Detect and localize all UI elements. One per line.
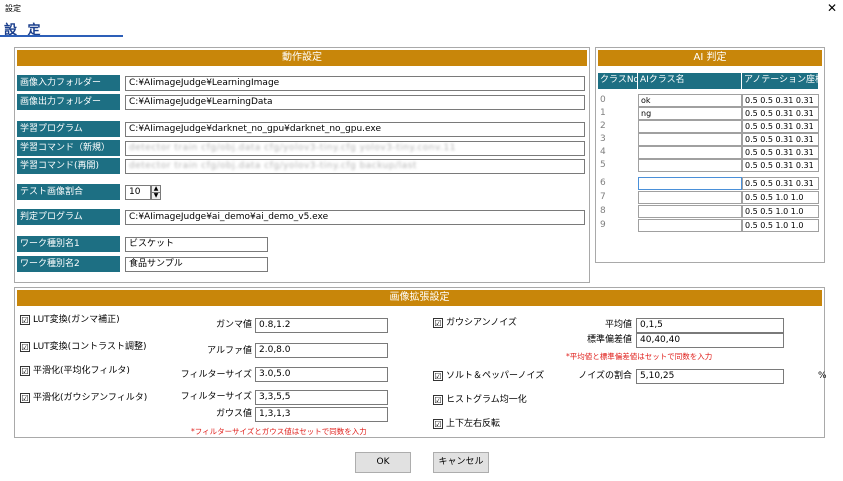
col-header-class-name: AIクラス名 [638,73,742,89]
class-no: 7 [600,192,606,202]
work-type1-label: ワーク種別名1 [17,236,120,252]
salt-pepper-label: ソルト＆ペッパーノイズ [446,371,545,381]
train-command-new-value: detector train cfg/obj.data cfg/yolov3-t… [129,143,456,153]
train-program-field[interactable]: C:¥AIimageJudge¥darknet_no_gpu¥darknet_n… [125,122,585,137]
col-header-class-no: クラスNo [598,73,639,89]
input-folder-field[interactable]: C:¥AIimageJudge¥LearningImage [125,76,585,91]
augmentation-panel [14,287,825,438]
class-name-cell[interactable] [638,219,742,232]
class-no: 4 [600,147,606,157]
operation-settings-header: 動作設定 [17,50,587,66]
flip-checkbox[interactable]: ☑ [433,419,443,429]
gauss-filter-size-label: フィルターサイズ [180,392,252,402]
class-no: 6 [600,178,606,188]
title-bar [0,0,843,16]
gamma-value-input[interactable]: 0.8,1.2 [255,318,388,333]
gamma-value-label: ガンマ値 [215,320,252,330]
class-no: 5 [600,160,606,170]
ai-judge-header: AI 判定 [598,50,822,66]
histogram-checkbox[interactable]: ☑ [433,395,443,405]
percent-unit: % [818,371,827,381]
output-folder-field[interactable]: C:¥AIimageJudge¥LearningData [125,95,585,110]
class-name-cell[interactable] [638,191,742,204]
header-underline [0,35,123,37]
class-no: 0 [600,95,606,105]
augmentation-header: 画像拡張設定 [17,290,822,306]
class-no: 8 [600,206,606,216]
train-command-resume-label: 学習コマンド(再開) [17,158,120,174]
cancel-button[interactable]: キャンセル [433,452,489,473]
output-folder-label: 画像出力フォルダー [17,94,120,110]
spin-down-icon[interactable]: ▼ [151,192,161,200]
work-type1-field[interactable]: ビスケット [125,237,268,252]
gauss-value-input[interactable]: 1,3,1,3 [255,407,388,422]
mean-value-input[interactable]: 0,1,5 [636,318,784,333]
test-ratio-label: テスト画像割合 [17,184,120,200]
class-name-cell[interactable]: ok [638,94,742,107]
gaussian-noise-checkbox[interactable]: ☑ [433,318,443,328]
noise-ratio-input[interactable]: 5,10,25 [636,369,784,384]
gauss-filter-size-input[interactable]: 3,3,5,5 [255,390,388,405]
gauss-value-label: ガウス値 [215,409,252,419]
judge-program-field[interactable]: C:¥AIimageJudge¥ai_demo¥ai_demo_v5.exe [125,210,585,225]
ok-button[interactable]: OK [355,452,411,473]
train-command-resume-field[interactable]: detector train cfg/obj.data cfg/yolov3-t… [125,159,585,174]
class-no: 9 [600,220,606,230]
close-icon[interactable]: ✕ [824,1,840,15]
judge-program-label: 判定プログラム [17,209,120,225]
smooth-gaussian-checkbox[interactable]: ☑ [20,393,30,403]
alpha-value-input[interactable]: 2.0,8.0 [255,343,388,358]
lut-contrast-label: LUT変換(コントラスト調整) [33,342,147,352]
lut-contrast-checkbox[interactable]: ☑ [20,342,30,352]
annotation-cell[interactable]: 0.5 0.5 0.31 0.31 [742,159,819,172]
class-name-cell[interactable] [638,177,742,190]
annotation-cell[interactable]: 0.5 0.5 0.31 0.31 [742,107,819,120]
class-no: 3 [600,134,606,144]
annotation-cell[interactable]: 0.5 0.5 0.31 0.31 [742,94,819,107]
annotation-cell[interactable]: 0.5 0.5 0.31 0.31 [742,120,819,133]
test-ratio-input[interactable]: 10 [125,185,151,200]
smooth-average-checkbox[interactable]: ☑ [20,366,30,376]
smooth-average-label: 平滑化(平均化フィルタ) [33,366,130,376]
class-name-cell[interactable] [638,205,742,218]
col-header-annotation: アノテーション座標 [742,73,824,89]
class-no: 2 [600,121,606,131]
lut-gamma-checkbox[interactable]: ☑ [20,315,30,325]
work-type2-label: ワーク種別名2 [17,256,120,272]
class-name-cell[interactable] [638,120,742,133]
window-title: 設定 [5,4,21,13]
flip-label: 上下左右反転 [446,419,501,429]
std-value-input[interactable]: 40,40,40 [636,333,784,348]
gauss-note: *フィルターサイズとガウス値はセットで同数を入力 [191,427,367,436]
avg-filter-size-input[interactable]: 3.0,5.0 [255,367,388,382]
std-value-label: 標準偏差値 [586,335,632,345]
noise-ratio-label: ノイズの割合 [578,371,632,381]
noise-note: *平均値と標準偏差値はセットで同数を入力 [566,352,713,361]
train-command-resume-value: detector train cfg/obj.data cfg/yolov3-t… [129,161,417,171]
histogram-label: ヒストグラム均一化 [446,395,527,405]
annotation-cell[interactable]: 0.5 0.5 1.0 1.0 [742,205,819,218]
annotation-cell[interactable]: 0.5 0.5 0.31 0.31 [742,133,819,146]
mean-value-label: 平均値 [604,320,632,330]
smooth-gaussian-label: 平滑化(ガウシアンフィルタ) [33,393,148,403]
class-name-cell[interactable] [638,159,742,172]
salt-pepper-checkbox[interactable]: ☑ [433,371,443,381]
train-program-label: 学習プログラム [17,121,120,137]
annotation-cell[interactable]: 0.5 0.5 0.31 0.31 [742,177,819,190]
class-no: 1 [600,108,606,118]
work-type2-field[interactable]: 食品サンプル [125,257,268,272]
annotation-cell[interactable]: 0.5 0.5 1.0 1.0 [742,219,819,232]
class-name-cell[interactable] [638,133,742,146]
lut-gamma-label: LUT変換(ガンマ補正) [33,315,120,325]
class-name-cell[interactable] [638,146,742,159]
annotation-cell[interactable]: 0.5 0.5 1.0 1.0 [742,191,819,204]
class-name-cell[interactable]: ng [638,107,742,120]
gaussian-noise-label: ガウシアンノイズ [446,318,517,328]
avg-filter-size-label: フィルターサイズ [180,370,252,380]
annotation-cell[interactable]: 0.5 0.5 0.31 0.31 [742,146,819,159]
input-folder-label: 画像入力フォルダー [17,75,120,91]
train-command-new-field[interactable]: detector train cfg/obj.data cfg/yolov3-t… [125,141,585,156]
alpha-value-label: アルファ値 [207,346,252,356]
train-command-new-label: 学習コマンド（新規） [17,140,120,156]
